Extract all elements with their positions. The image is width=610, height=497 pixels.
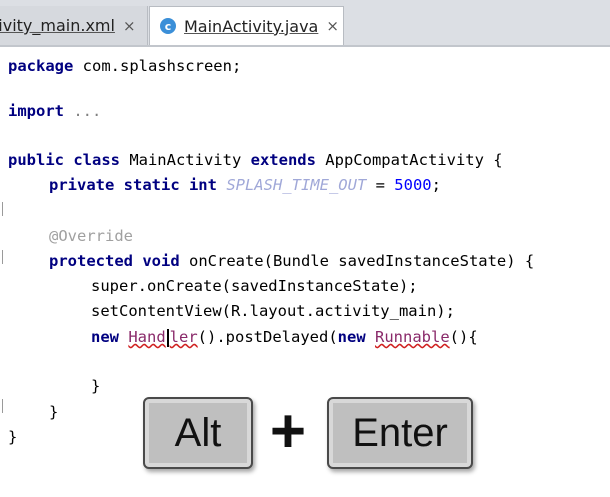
java-class-icon: c (160, 18, 176, 34)
code-line-setcontent: setContentView(R.layout.activity_main); (91, 299, 455, 323)
editor-tab-bar: tivity_main.xml × c MainActivity.java × (0, 0, 610, 47)
text-cursor (166, 328, 169, 347)
tab-label: MainActivity.java (184, 16, 319, 36)
gutter-marker (2, 399, 6, 413)
code-line-close-class: } (8, 425, 17, 449)
code-line-close-inner: } (91, 374, 100, 398)
enter-key: Enter (327, 397, 473, 469)
close-icon[interactable]: × (123, 17, 136, 35)
keyword: new (337, 328, 366, 346)
alt-key: Alt (143, 397, 253, 469)
code-text: onCreate(Bundle savedInstanceState) { (179, 252, 535, 270)
keyword: package (8, 57, 74, 75)
keyword: public class (8, 151, 120, 169)
keyword: extends (250, 151, 316, 169)
close-icon[interactable]: × (326, 17, 339, 35)
code-line-annotation: @Override (49, 224, 133, 248)
constant-name: SPLASH_TIME_OUT (216, 176, 367, 194)
code-line-method-decl: protected void onCreate(Bundle savedInst… (49, 249, 534, 273)
code-text: (){ (449, 328, 478, 346)
class-name: MainActivity (119, 151, 251, 169)
unresolved-symbol[interactable]: Hand (128, 328, 165, 346)
code-line-handler: new Hand ler().postDelayed(new Runnable()… (91, 325, 478, 349)
gutter-marker (2, 250, 6, 264)
keyword: protected void (49, 252, 180, 270)
code-line-super: super.onCreate(savedInstanceState); (91, 274, 418, 298)
code-text: setContentView(R.layout.activity_main); (91, 302, 455, 320)
code-line-field: private static int SPLASH_TIME_OUT = 500… (49, 173, 441, 197)
code-text: } (8, 428, 18, 446)
tab-main-activity-java[interactable]: c MainActivity.java × (149, 6, 344, 45)
code-line-import: import ... (8, 99, 101, 123)
code-text: ().postDelayed( (197, 328, 338, 346)
annotation: @Override (49, 227, 133, 245)
code-text: AppCompatActivity { (315, 151, 503, 169)
keyboard-shortcut-overlay: Alt + Enter (143, 397, 473, 469)
keyword: import (8, 102, 64, 120)
tab-label: tivity_main.xml (0, 16, 115, 35)
code-text: ; (431, 176, 441, 194)
code-line-close-method: } (49, 400, 58, 424)
code-line-package: package com.splashscreen; (8, 54, 241, 78)
code-text: super.onCreate(savedInstanceState); (91, 277, 418, 295)
keyword: new (91, 328, 119, 346)
number-literal: 5000 (394, 176, 432, 194)
plus-sign: + (269, 396, 307, 466)
code-text: = (366, 176, 395, 194)
folded-imports[interactable]: ... (64, 102, 101, 120)
unresolved-symbol[interactable]: Runnable (375, 328, 450, 346)
tab-activity-main-xml[interactable]: tivity_main.xml × (0, 6, 148, 45)
code-line-class-decl: public class MainActivity extends AppCom… (8, 148, 503, 172)
keyword: private static int (49, 176, 217, 194)
code-text: } (91, 377, 101, 395)
code-text: } (49, 403, 59, 421)
code-text: com.splashscreen; (73, 57, 242, 75)
unresolved-symbol[interactable]: ler (170, 328, 198, 346)
gutter-marker (2, 202, 6, 216)
